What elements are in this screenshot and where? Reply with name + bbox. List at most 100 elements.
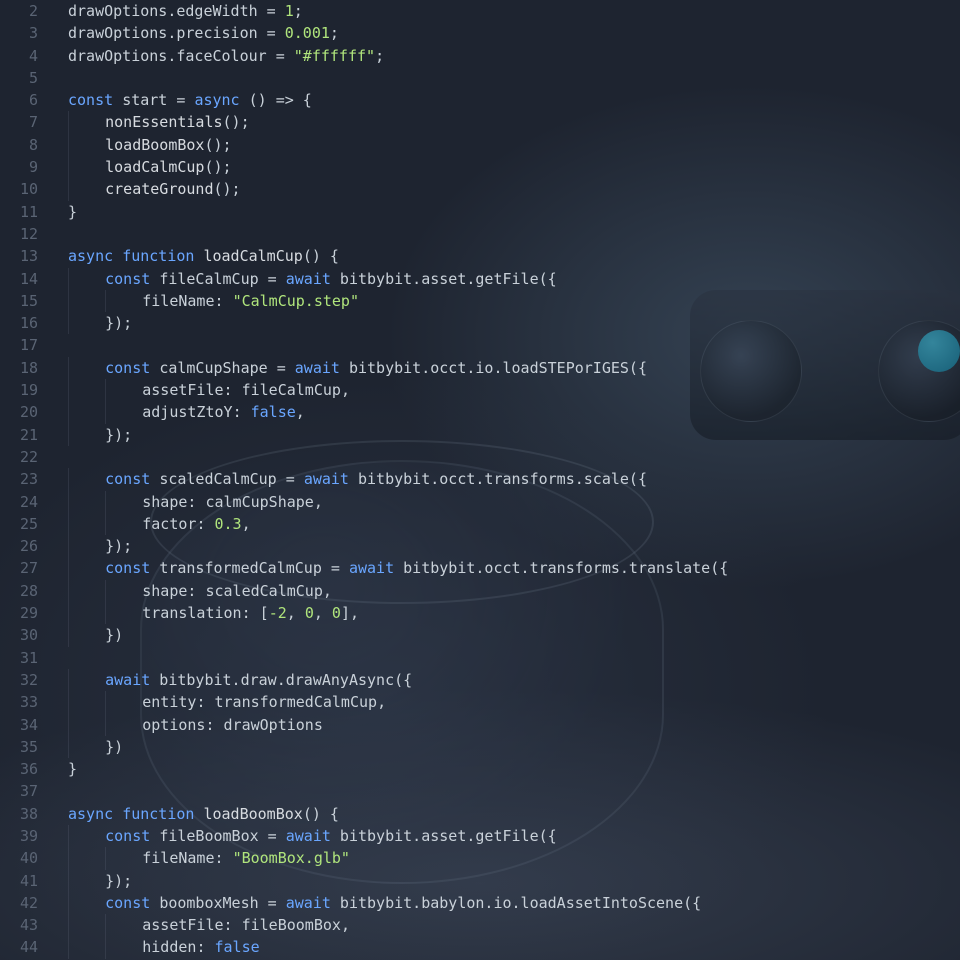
line-number: 21 xyxy=(0,424,38,446)
code-line[interactable]: nonEssentials(); xyxy=(48,111,960,133)
token-prop: entity xyxy=(142,693,196,711)
indent-guide-icon xyxy=(68,580,105,602)
code-line[interactable]: hidden: false xyxy=(48,936,960,958)
code-line[interactable]: await bitbybit.draw.drawAnyAsync({ xyxy=(48,669,960,691)
line-number: 30 xyxy=(0,624,38,646)
code-line[interactable]: }) xyxy=(48,736,960,758)
code-line[interactable]: } xyxy=(48,201,960,223)
token-pun: ], xyxy=(341,604,359,622)
code-line[interactable]: }); xyxy=(48,870,960,892)
code-line[interactable]: createGround(); xyxy=(48,178,960,200)
code-line[interactable]: drawOptions.edgeWidth = 1; xyxy=(48,0,960,22)
code-line[interactable]: factor: 0.3, xyxy=(48,513,960,535)
line-number: 14 xyxy=(0,268,38,290)
token-kw: await xyxy=(105,671,150,689)
code-line[interactable]: fileName: "BoomBox.glb" xyxy=(48,847,960,869)
code-line[interactable]: const boomboxMesh = await bitbybit.babyl… xyxy=(48,892,960,914)
code-line[interactable]: const scaledCalmCup = await bitbybit.occ… xyxy=(48,468,960,490)
token-pun: : xyxy=(233,403,251,421)
token-pun xyxy=(150,827,159,845)
token-pun: , xyxy=(242,515,251,533)
token-id: calmCupShape xyxy=(159,359,267,377)
token-pun: (); xyxy=(204,158,231,176)
line-number: 17 xyxy=(0,334,38,356)
token-pun: bitbybit.occt.transforms.scale({ xyxy=(349,470,647,488)
code-line[interactable]: assetFile: fileBoomBox, xyxy=(48,914,960,936)
code-line[interactable]: entity: transformedCalmCup, xyxy=(48,691,960,713)
token-kw: const xyxy=(105,359,150,377)
token-pun: } xyxy=(68,203,77,221)
token-id: transformedCalmCup xyxy=(215,693,378,711)
token-id: fileBoomBox xyxy=(159,827,258,845)
token-pun xyxy=(150,270,159,288)
token-pun: = xyxy=(277,470,304,488)
token-bool: false xyxy=(215,938,260,956)
token-kw: const xyxy=(105,270,150,288)
code-line[interactable] xyxy=(48,780,960,802)
code-line[interactable] xyxy=(48,446,960,468)
code-line[interactable]: async function loadBoomBox() { xyxy=(48,803,960,825)
indent-guide-icon xyxy=(68,602,105,624)
code-line[interactable]: translation: [-2, 0, 0], xyxy=(48,602,960,624)
code-line[interactable]: const calmCupShape = await bitbybit.occt… xyxy=(48,357,960,379)
code-line[interactable]: options: drawOptions xyxy=(48,714,960,736)
code-line[interactable]: }) xyxy=(48,624,960,646)
code-line[interactable]: assetFile: fileCalmCup, xyxy=(48,379,960,401)
line-number: 15 xyxy=(0,290,38,312)
token-prop: precision xyxy=(176,24,257,42)
code-line[interactable]: const fileBoomBox = await bitbybit.asset… xyxy=(48,825,960,847)
token-id: scaledCalmCup xyxy=(205,582,322,600)
token-pun: bitbybit.asset.getFile({ xyxy=(331,827,557,845)
token-pun: , xyxy=(314,604,332,622)
code-line[interactable]: async function loadCalmCup() { xyxy=(48,245,960,267)
code-line[interactable]: } xyxy=(48,758,960,780)
token-id: transformedCalmCup xyxy=(159,559,322,577)
line-number: 36 xyxy=(0,758,38,780)
token-pun: () { xyxy=(303,247,339,265)
code-line[interactable] xyxy=(48,67,960,89)
token-pun: } xyxy=(68,760,77,778)
line-number: 33 xyxy=(0,691,38,713)
indent-guide-icon xyxy=(105,691,142,713)
token-num: 1 xyxy=(285,2,294,20)
code-line[interactable] xyxy=(48,647,960,669)
code-line[interactable]: }); xyxy=(48,312,960,334)
code-line[interactable]: shape: scaledCalmCup, xyxy=(48,580,960,602)
indent-guide-icon xyxy=(68,424,105,446)
line-number: 26 xyxy=(0,535,38,557)
code-line[interactable]: adjustZtoY: false, xyxy=(48,401,960,423)
code-line[interactable]: const start = async () => { xyxy=(48,89,960,111)
code-line[interactable]: }); xyxy=(48,424,960,446)
code-line[interactable] xyxy=(48,223,960,245)
code-line[interactable]: fileName: "CalmCup.step" xyxy=(48,290,960,312)
indent-guide-icon xyxy=(68,847,105,869)
indent-guide-icon xyxy=(68,491,105,513)
token-pun: , xyxy=(287,604,305,622)
indent-guide-icon xyxy=(105,401,142,423)
token-prop: assetFile xyxy=(142,916,223,934)
token-kw: function xyxy=(122,247,194,265)
token-kw: const xyxy=(105,894,150,912)
line-number: 44 xyxy=(0,936,38,958)
indent-guide-icon xyxy=(105,491,142,513)
token-pun: }); xyxy=(105,314,132,332)
code-line[interactable]: const transformedCalmCup = await bitbybi… xyxy=(48,557,960,579)
token-num: 0 xyxy=(332,604,341,622)
token-pun: = xyxy=(259,270,286,288)
code-line[interactable]: loadBoomBox(); xyxy=(48,134,960,156)
code-area[interactable]: drawOptions.edgeWidth = 1;drawOptions.pr… xyxy=(48,0,960,960)
indent-guide-icon xyxy=(105,513,142,535)
token-mod: async xyxy=(68,805,113,823)
code-editor[interactable]: 2345678910111213141516171819202122232425… xyxy=(0,0,960,960)
code-line[interactable] xyxy=(48,334,960,356)
code-line[interactable]: loadCalmCup(); xyxy=(48,156,960,178)
code-line[interactable]: drawOptions.precision = 0.001; xyxy=(48,22,960,44)
token-pun: ; xyxy=(375,47,384,65)
code-line[interactable]: }); xyxy=(48,535,960,557)
indent-guide-icon xyxy=(105,379,142,401)
code-line[interactable]: drawOptions.faceColour = "#ffffff"; xyxy=(48,45,960,67)
code-line[interactable]: shape: calmCupShape, xyxy=(48,491,960,513)
indent-guide-icon xyxy=(68,111,105,133)
code-line[interactable]: const fileCalmCup = await bitbybit.asset… xyxy=(48,268,960,290)
token-id: drawOptions xyxy=(68,2,167,20)
